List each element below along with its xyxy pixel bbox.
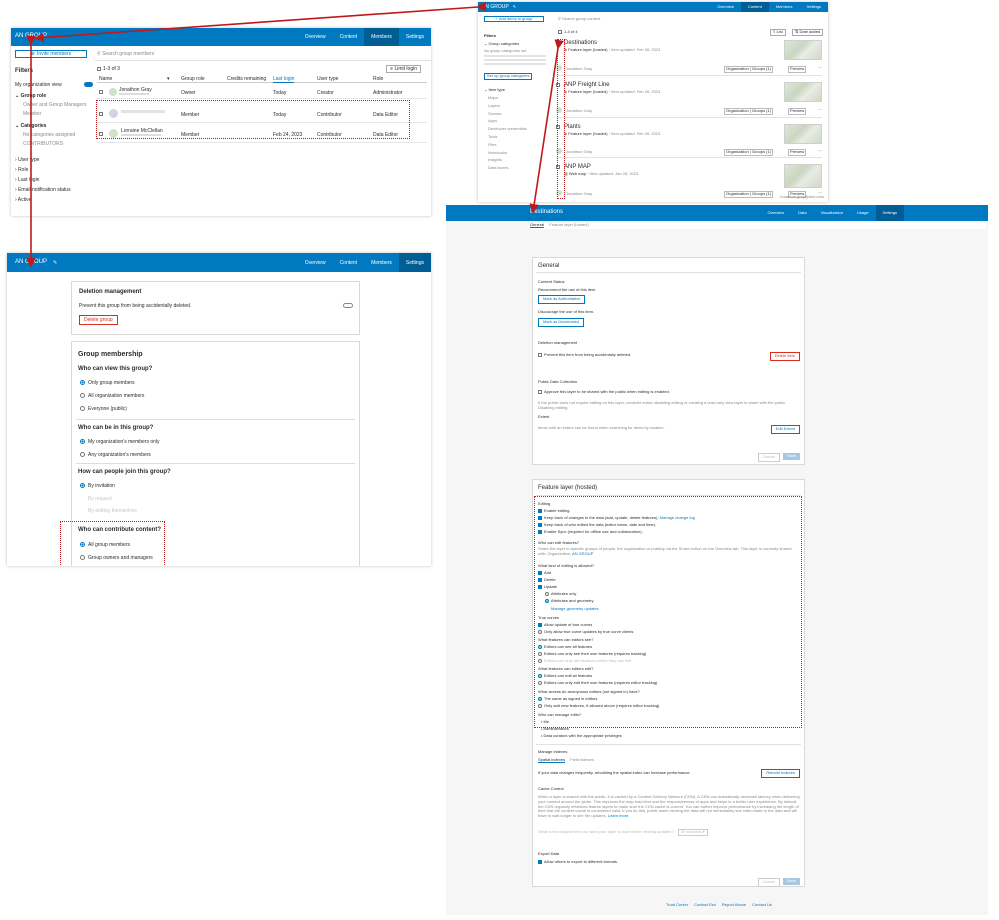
arrow-content-to-item — [529, 39, 564, 214]
connector-arrows — [26, 1, 564, 268]
arrow-content-to-members — [34, 1, 487, 43]
